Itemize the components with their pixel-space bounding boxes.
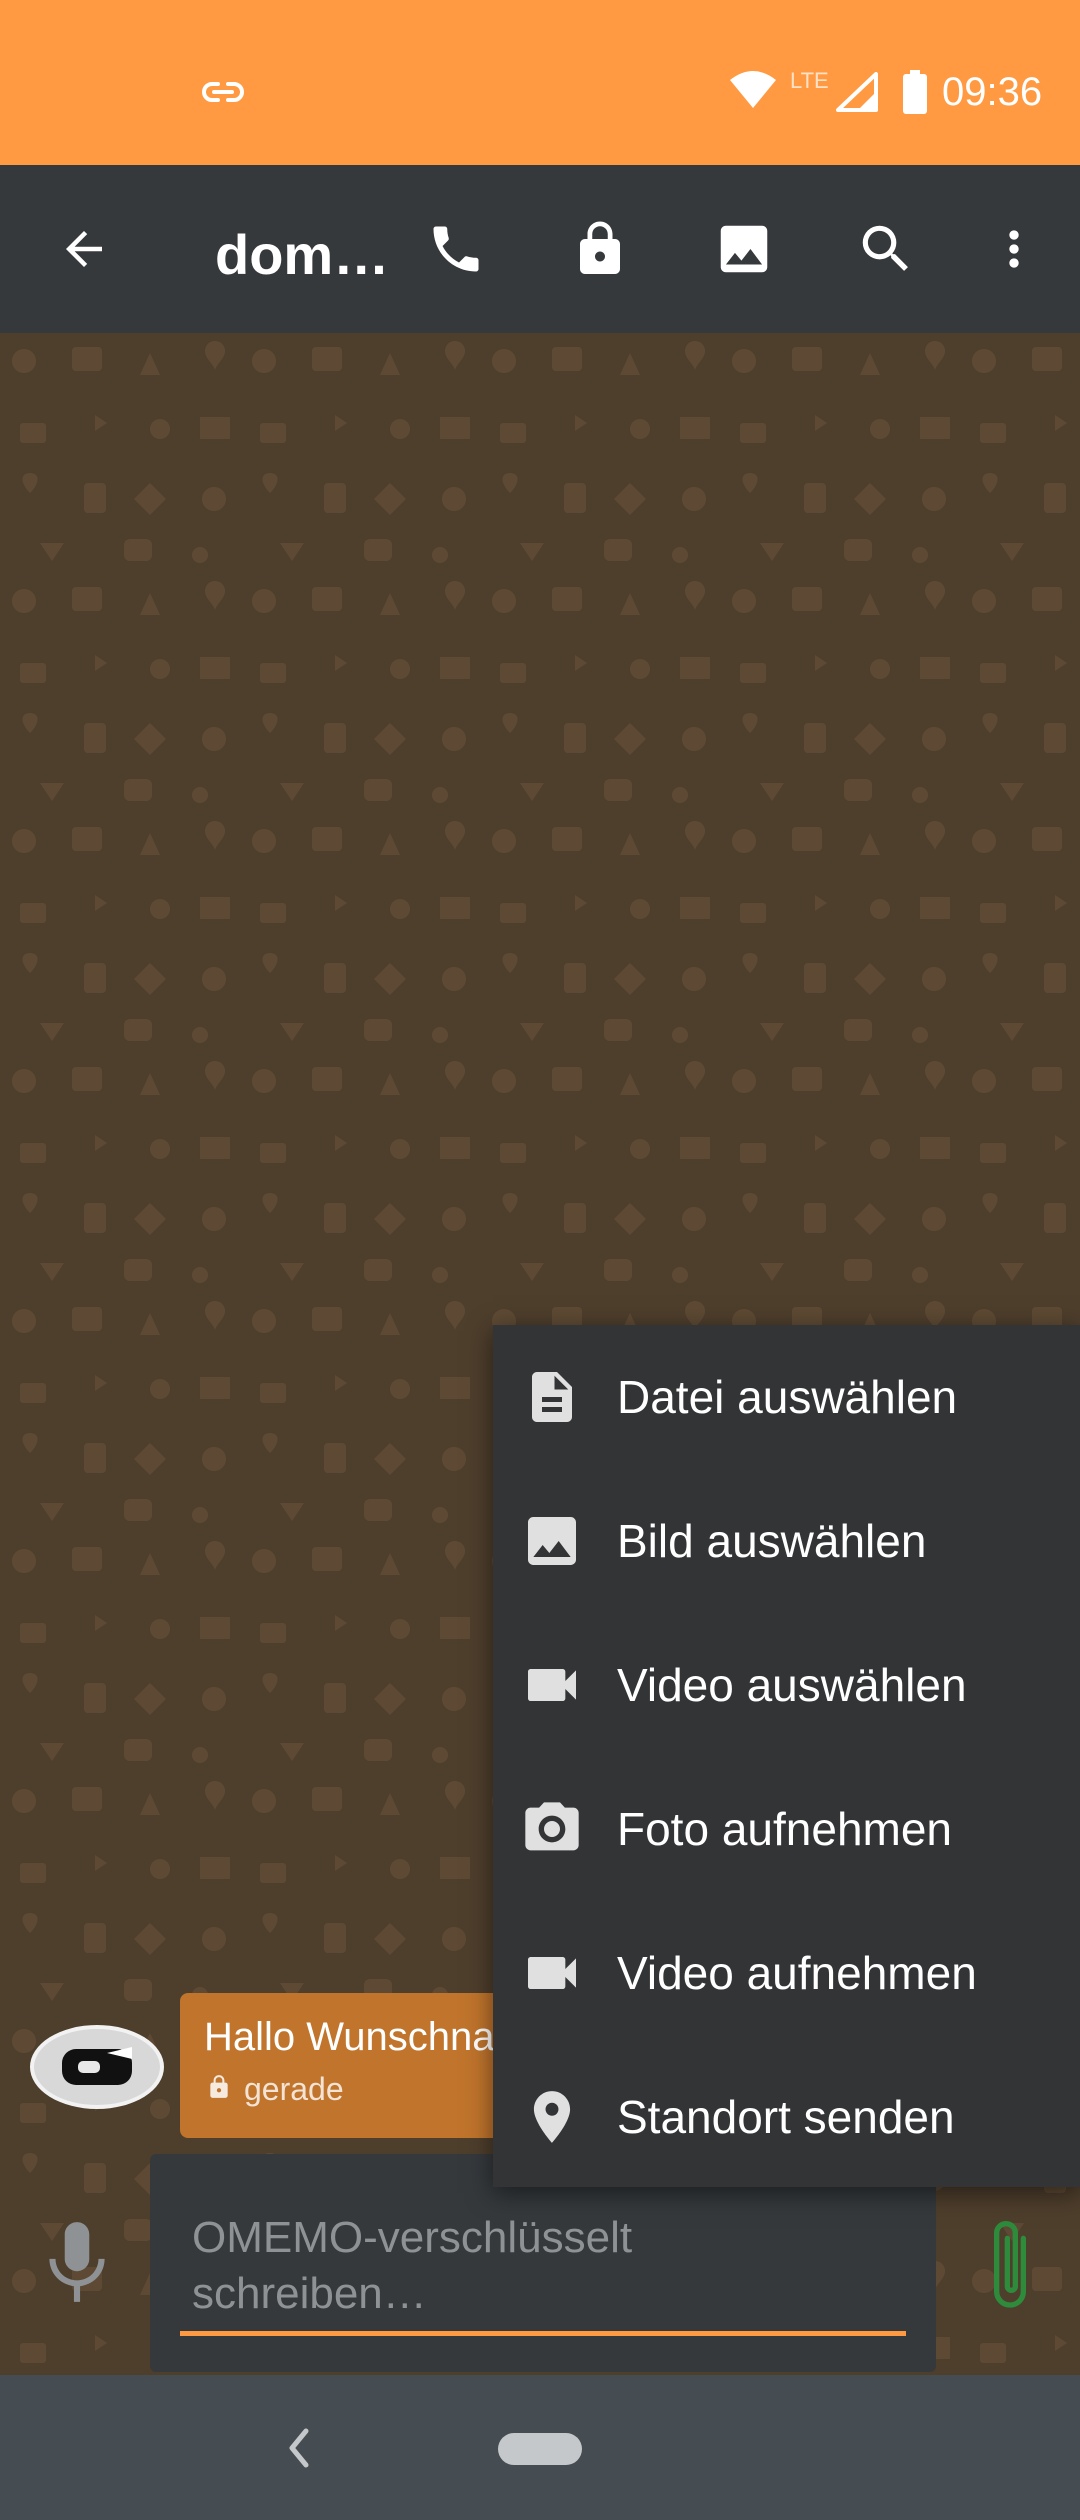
file-icon (517, 1362, 587, 1432)
network-type-label: LTE (790, 68, 829, 93)
image-icon (517, 1506, 587, 1576)
menu-item-label: Video aufnehmen (617, 1947, 977, 1999)
contact-avatar[interactable] (30, 2025, 164, 2109)
menu-item-label: Datei auswählen (617, 1371, 958, 1423)
input-underline (180, 2331, 906, 2336)
back-arrow-icon[interactable] (48, 213, 120, 285)
camera-icon (517, 1794, 587, 1864)
menu-item-label: Foto aufnehmen (617, 1803, 953, 1855)
message-time: gerade (244, 2071, 344, 2107)
status-bar: LTE 09:36 (0, 0, 1080, 165)
message-meta: gerade (206, 2069, 344, 2109)
menu-item-send-location[interactable]: Standort senden (493, 2045, 1080, 2189)
conversation-toolbar: dom… (0, 165, 1080, 333)
phone-icon[interactable] (420, 213, 492, 285)
wifi-icon (728, 70, 778, 115)
search-icon[interactable] (850, 213, 922, 285)
contact-title[interactable]: dom… (215, 223, 389, 287)
videocam-icon (517, 1650, 587, 1720)
system-navigation-bar (0, 2375, 1080, 2520)
paperclip-icon[interactable] (978, 2210, 1042, 2325)
link-icon (200, 78, 246, 111)
microphone-icon[interactable] (40, 2216, 114, 2313)
incoming-message-bubble[interactable]: Hallo Wunschna gerade (180, 1993, 510, 2138)
menu-item-record-video[interactable]: Video aufnehmen (493, 1901, 1080, 2045)
status-clock: 09:36 (942, 70, 1043, 114)
nav-home-pill[interactable] (498, 2433, 582, 2465)
nav-back-icon[interactable] (280, 2421, 316, 2480)
menu-item-take-photo[interactable]: Foto aufnehmen (493, 1757, 1080, 1901)
menu-item-label: Video auswählen (617, 1659, 967, 1711)
more-vert-icon[interactable] (978, 213, 1050, 285)
menu-item-label: Standort senden (617, 2091, 955, 2143)
videocam-icon (517, 1938, 587, 2008)
menu-item-choose-video[interactable]: Video auswählen (493, 1613, 1080, 1757)
message-text: Hallo Wunschna (204, 2015, 495, 2059)
lock-icon[interactable] (564, 213, 636, 285)
lock-icon (206, 2072, 232, 2107)
menu-item-choose-file[interactable]: Datei auswählen (493, 1325, 1080, 1469)
location-pin-icon (517, 2082, 587, 2152)
attach-menu: Datei auswählen Bild auswählen Video aus… (493, 1325, 1080, 2187)
menu-item-label: Bild auswählen (617, 1515, 927, 1567)
signal-icon (836, 72, 878, 117)
battery-icon (902, 70, 928, 119)
menu-item-choose-image[interactable]: Bild auswählen (493, 1469, 1080, 1613)
image-icon[interactable] (708, 213, 780, 285)
message-input-placeholder: OMEMO-verschlüsselt schreiben… (192, 2213, 633, 2318)
